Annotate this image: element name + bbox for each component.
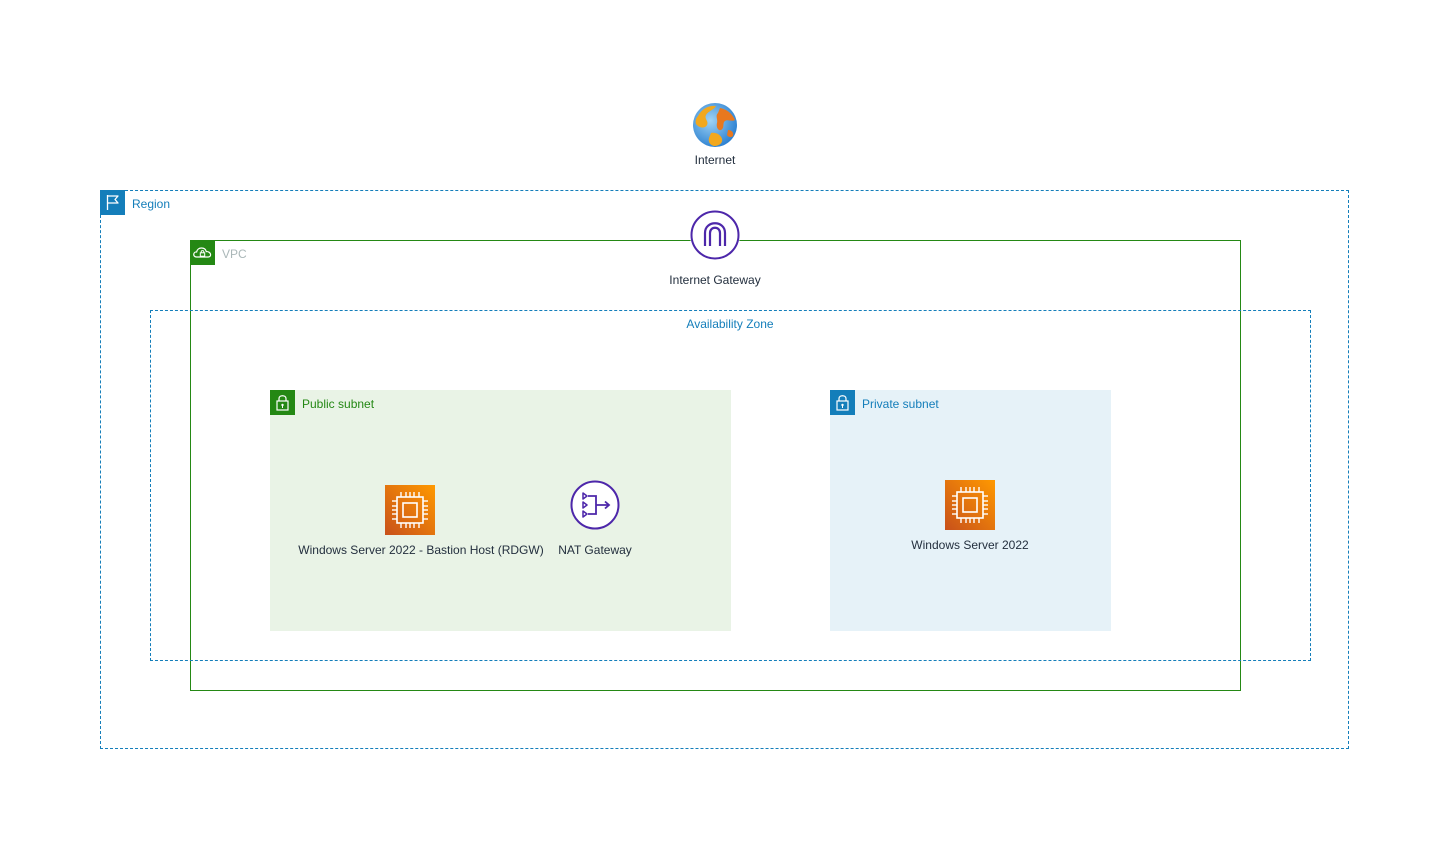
padlock-icon	[270, 390, 295, 415]
windows-server-label: Windows Server 2022	[911, 538, 1029, 552]
internet-node[interactable]	[692, 102, 738, 148]
ec2-instance-icon	[945, 480, 995, 530]
flag-icon	[100, 190, 125, 215]
nat-gateway-node[interactable]	[570, 480, 620, 530]
internet-gateway-node[interactable]	[690, 210, 740, 260]
padlock-icon	[830, 390, 855, 415]
windows-server-node[interactable]	[945, 480, 995, 530]
internet-gateway-icon	[690, 210, 740, 260]
public-subnet-group[interactable]	[270, 390, 731, 631]
bastion-host-label: Windows Server 2022 - Bastion Host (RDGW…	[298, 543, 544, 557]
internet-gateway-label: Internet Gateway	[669, 273, 761, 287]
ec2-instance-icon	[385, 485, 435, 535]
vpc-label: VPC	[222, 247, 247, 261]
nat-gateway-icon	[570, 480, 620, 530]
internet-label: Internet	[694, 153, 736, 167]
bastion-host-node[interactable]	[385, 485, 435, 535]
globe-icon	[693, 103, 737, 147]
region-label: Region	[132, 197, 171, 211]
private-subnet-label: Private subnet	[862, 397, 939, 411]
cloud-lock-icon	[190, 240, 215, 265]
public-subnet-label: Public subnet	[302, 397, 375, 411]
nat-gateway-label: NAT Gateway	[558, 543, 632, 557]
availability-zone-label: Availability Zone	[686, 317, 774, 331]
